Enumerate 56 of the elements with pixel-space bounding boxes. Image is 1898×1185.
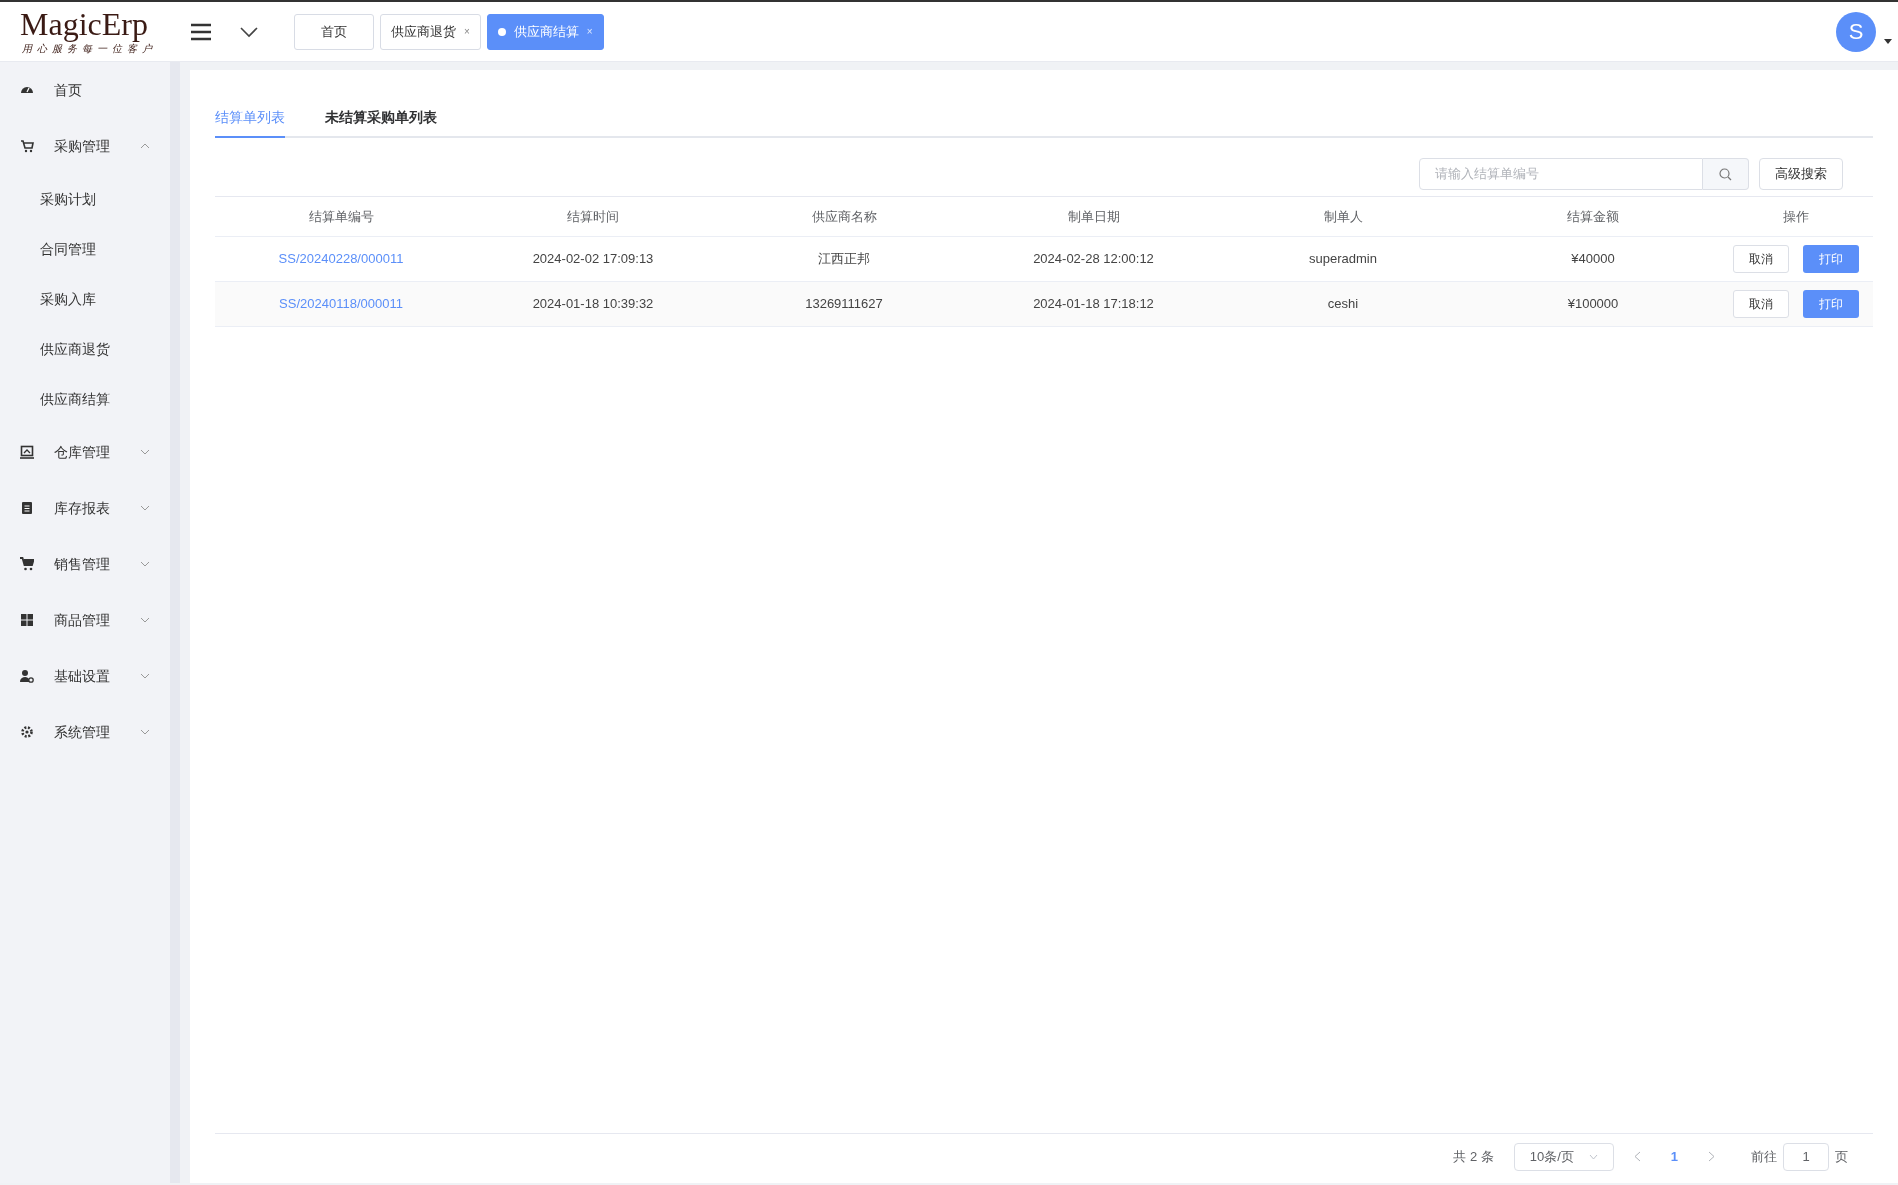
table-cell: 13269111627: [719, 281, 969, 327]
column-header: 制单日期: [969, 196, 1218, 237]
column-header: 制单人: [1218, 196, 1468, 237]
sidebar-subitem[interactable]: 采购入库: [0, 274, 170, 324]
page-suffix: 页: [1835, 1147, 1848, 1166]
search-field[interactable]: 请输入结算单编号: [1419, 158, 1703, 190]
table-cell: 2024-02-02 17:09:13: [467, 236, 719, 282]
sidebar-subitem[interactable]: 供应商结算: [0, 374, 170, 424]
sidebar-item[interactable]: 销售管理: [0, 536, 170, 592]
table-cell: 江西正邦: [719, 236, 969, 282]
advanced-search-button[interactable]: 高级搜索: [1759, 158, 1843, 190]
table-cell: superadmin: [1218, 236, 1468, 282]
sidebar-subitem[interactable]: 供应商退货: [0, 324, 170, 374]
close-icon[interactable]: ×: [464, 24, 470, 39]
warehouse-icon: [20, 445, 34, 459]
column-header: 操作: [1718, 196, 1873, 237]
table-cell: 2024-01-18 10:39:32: [467, 281, 719, 327]
table-cell: ¥40000: [1468, 236, 1718, 282]
logo-slogan: 用心服务每一位客户: [22, 43, 158, 56]
grid-icon: [20, 613, 34, 627]
total-count: 共 2 条: [1453, 1147, 1494, 1166]
sidebar-item[interactable]: 首页: [0, 62, 170, 118]
cart-icon: [20, 139, 34, 153]
gear-icon: [20, 725, 34, 739]
column-header: 供应商名称: [719, 196, 969, 237]
search-icon: [1719, 167, 1732, 181]
clipboard-icon: [20, 501, 34, 515]
page-tab[interactable]: 供应商退货 ×: [380, 13, 481, 50]
tab[interactable]: 未结算采购单列表: [325, 107, 437, 138]
sidebar-item[interactable]: 系统管理: [0, 704, 170, 760]
sidebar-item[interactable]: 商品管理: [0, 592, 170, 648]
page-size-select[interactable]: 10条/页: [1513, 1142, 1614, 1171]
page-tab[interactable]: 首页: [294, 13, 374, 50]
chevron-down-icon[interactable]: [240, 25, 258, 38]
sidebar-subitem[interactable]: 合同管理: [0, 224, 170, 274]
table-cell: ceshi: [1218, 281, 1468, 327]
sidebar-item[interactable]: 基础设置: [0, 648, 170, 704]
column-header: 结算金额: [1468, 196, 1718, 237]
table-cell: 2024-02-28 12:00:12: [969, 236, 1218, 282]
column-header: 结算单编号: [215, 196, 467, 237]
sidebar-item[interactable]: 采购管理: [0, 118, 170, 174]
goto-label: 前往: [1751, 1147, 1777, 1166]
cart-icon: [20, 557, 34, 571]
table-cell: ¥100000: [1468, 281, 1718, 327]
column-header: 结算时间: [467, 196, 719, 237]
page-input[interactable]: 1: [1783, 1142, 1829, 1171]
sidebar-subitem[interactable]: 采购计划: [0, 174, 170, 224]
cancel-button[interactable]: 取消: [1732, 290, 1789, 318]
sidebar-item[interactable]: 库存报表: [0, 480, 170, 536]
table-cell: 2024-01-18 17:18:12: [969, 281, 1218, 327]
caret-icon[interactable]: [1884, 39, 1892, 44]
user-gear-icon: [20, 669, 34, 683]
cancel-button[interactable]: 取消: [1732, 245, 1789, 273]
menu-icon[interactable]: [190, 22, 212, 41]
chevron-down-icon: [1588, 1153, 1598, 1160]
sidebar-item[interactable]: 仓库管理: [0, 424, 170, 480]
